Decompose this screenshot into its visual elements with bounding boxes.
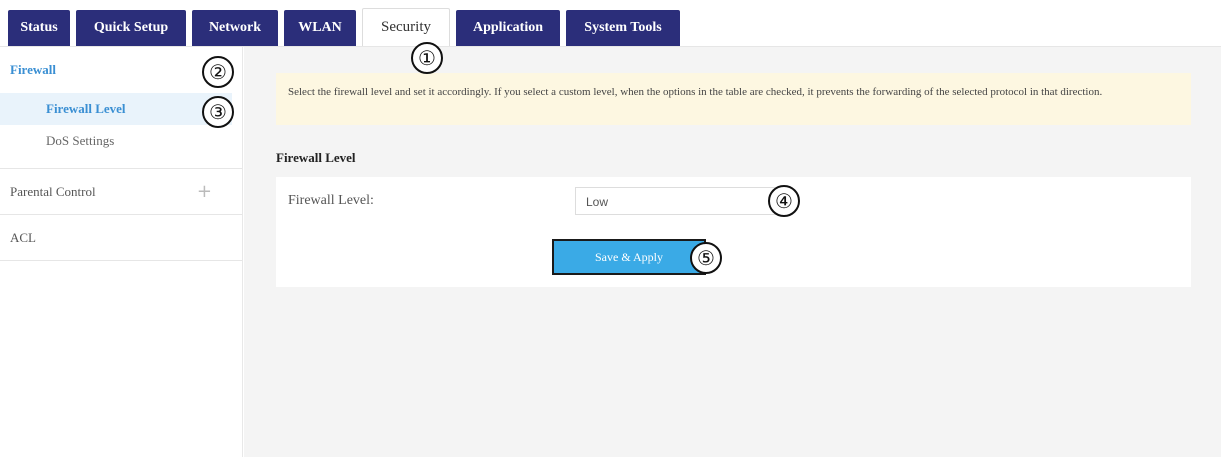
sidebar-group-label: Parental Control [10,183,96,199]
tab-wlan[interactable]: WLAN [284,10,356,46]
sidebar-item-label: DoS Settings [46,133,115,148]
tab-status[interactable]: Status [8,10,70,46]
sidebar-group-acl[interactable]: ACL [0,215,242,261]
info-note: Select the firewall level and set it acc… [276,73,1191,125]
sidebar-group-label: Firewall [10,62,56,77]
section-title: Firewall Level [276,150,356,165]
sidebar-item-firewall-level[interactable]: Firewall Level [0,93,232,125]
callout-3: ③ [202,96,234,128]
sidebar-item-dos-settings[interactable]: DoS Settings [0,125,242,157]
sidebar-group-parental-control[interactable]: Parental Control + [0,169,242,215]
sidebar-group-label: ACL [10,229,36,245]
save-apply-button[interactable]: Save & Apply [552,239,706,275]
callout-2: ② [202,56,234,88]
firewall-level-select[interactable]: Low [575,187,775,215]
main-content: Select the firewall level and set it acc… [244,47,1221,457]
tab-system-tools[interactable]: System Tools [566,10,680,46]
top-nav-tabs: Status Quick Setup Network WLAN Security… [8,8,686,46]
tab-quick-setup[interactable]: Quick Setup [76,10,186,46]
sidebar-item-label: Firewall Level [46,101,126,116]
callout-4: ④ [768,185,800,217]
plus-icon[interactable]: + [197,181,212,202]
callout-5: ⑤ [690,242,722,274]
firewall-level-panel: Firewall Level: Low Save & Apply [276,177,1191,287]
tab-network[interactable]: Network [192,10,278,46]
firewall-level-label: Firewall Level: [288,193,374,208]
sidebar-divider [0,157,242,169]
tab-application[interactable]: Application [456,10,560,46]
callout-1: ① [411,42,443,74]
tab-security[interactable]: Security [362,8,450,46]
